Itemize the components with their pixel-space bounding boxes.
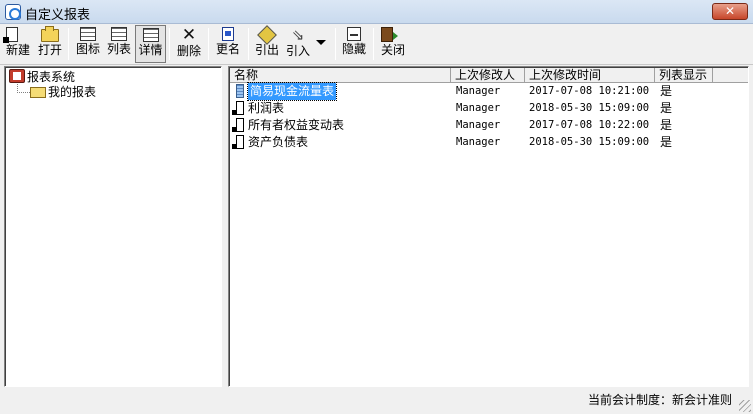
tree-node-label: 我的报表 — [48, 85, 97, 99]
hide-button[interactable]: 隐藏 — [339, 25, 369, 63]
report-document-icon — [232, 84, 246, 99]
import-button[interactable]: ⇘ 引入 — [283, 25, 313, 63]
window-title: 自定义报表 — [25, 8, 91, 23]
rename-button[interactable]: 更名 — [213, 25, 243, 63]
tree-connector — [17, 84, 30, 93]
window-close-button[interactable]: ✕ — [712, 3, 748, 20]
toolbar-separator — [208, 28, 209, 60]
new-button-label: 新建 — [5, 43, 30, 57]
tree-node-report-system[interactable]: 报表系统 — [9, 69, 75, 85]
report-modified-time: 2017-07-08 10:22:00 — [529, 119, 650, 131]
report-tree[interactable]: 报表系统 我的报表 — [4, 66, 222, 387]
tree-node-label: 报表系统 — [27, 70, 76, 84]
list-view-icon — [111, 27, 127, 41]
report-list[interactable]: 名称 上次修改人 上次修改时间 列表显示 简易现金流量表 Manager 201… — [228, 66, 749, 387]
hide-button-label: 隐藏 — [341, 42, 366, 56]
tree-node-my-reports[interactable]: 我的报表 — [30, 84, 96, 100]
report-modified-time: 2017-07-08 10:21:00 — [529, 85, 650, 97]
new-button[interactable]: 新建 — [3, 25, 33, 63]
toolbar-separator — [248, 28, 249, 60]
open-folder-icon — [41, 26, 59, 42]
list-view-button[interactable]: 列表 — [104, 25, 134, 63]
folder-icon — [30, 87, 46, 98]
list-item[interactable]: 简易现金流量表 Manager 2017-07-08 10:21:00 是 — [230, 82, 748, 101]
toolbar: 新建 打开 图标 列表 详情 ✕ 删除 更名 引出 ⇘ 引入 隐藏 关闭 — [0, 24, 753, 65]
open-button[interactable]: 打开 — [35, 25, 65, 63]
report-modified-by: Manager — [456, 136, 501, 148]
list-view-label: 列表 — [106, 42, 131, 56]
report-name: 资产负债表 — [248, 135, 309, 149]
report-modified-by: Manager — [456, 102, 501, 114]
column-header-modified-time[interactable]: 上次修改时间 — [525, 68, 655, 83]
list-item[interactable]: 所有者权益变动表 Manager 2017-07-08 10:22:00 是 — [230, 117, 748, 134]
toolbar-separator — [335, 28, 336, 60]
delete-x-icon: ✕ — [181, 25, 197, 45]
report-name: 利润表 — [248, 101, 285, 115]
exit-door-icon — [381, 27, 398, 42]
list-item[interactable]: 资产负债表 Manager 2018-05-30 15:09:00 是 — [230, 134, 748, 151]
report-document-icon — [232, 135, 246, 150]
icon-view-icon — [80, 27, 96, 41]
app-icon — [5, 4, 21, 20]
export-button[interactable]: 引出 — [252, 25, 282, 63]
import-button-label: 引入 — [285, 44, 310, 58]
toolbar-separator — [373, 28, 374, 60]
title-bar: 自定义报表 ✕ — [0, 0, 753, 24]
report-visible: 是 — [660, 118, 673, 132]
list-item[interactable]: 利润表 Manager 2018-05-30 15:09:00 是 — [230, 100, 748, 117]
hide-icon — [347, 27, 361, 41]
close-button[interactable]: 关闭 — [378, 25, 408, 63]
new-document-icon — [3, 27, 18, 43]
column-header-visible[interactable]: 列表显示 — [655, 68, 713, 83]
detail-view-icon — [142, 28, 159, 42]
report-visible: 是 — [660, 101, 673, 115]
list-header: 名称 上次修改人 上次修改时间 列表显示 — [230, 68, 748, 83]
delete-button-label: 删除 — [176, 44, 201, 58]
report-document-icon — [232, 101, 246, 116]
accounting-standard-status: 当前会计制度：新会计准则 — [587, 393, 732, 407]
report-system-icon — [9, 69, 25, 83]
icon-view-button[interactable]: 图标 — [73, 25, 103, 63]
report-visible: 是 — [660, 84, 673, 98]
import-dropdown-arrow-icon[interactable] — [316, 40, 326, 45]
resize-grip-icon[interactable] — [739, 400, 751, 412]
delete-button[interactable]: ✕ 删除 — [174, 25, 204, 63]
report-name: 简易现金流量表 — [246, 82, 338, 101]
report-modified-by: Manager — [456, 119, 501, 131]
import-icon: ⇘ — [291, 26, 305, 44]
report-visible: 是 — [660, 135, 673, 149]
report-modified-by: Manager — [456, 85, 501, 97]
open-button-label: 打开 — [37, 43, 62, 57]
rename-button-label: 更名 — [215, 42, 240, 56]
column-header-modified-by[interactable]: 上次修改人 — [451, 68, 525, 83]
icon-view-label: 图标 — [75, 42, 100, 56]
toolbar-separator — [68, 28, 69, 60]
column-header-name[interactable]: 名称 — [230, 68, 451, 83]
report-modified-time: 2018-05-30 15:09:00 — [529, 102, 650, 114]
report-modified-time: 2018-05-30 15:09:00 — [529, 136, 650, 148]
rename-icon — [222, 27, 234, 41]
detail-view-button[interactable]: 详情 — [135, 25, 166, 63]
report-document-icon — [232, 118, 246, 133]
detail-view-label: 详情 — [138, 43, 163, 57]
toolbar-separator — [169, 28, 170, 60]
report-name: 所有者权益变动表 — [248, 118, 345, 132]
close-button-label: 关闭 — [380, 43, 405, 57]
status-bar: 当前会计制度：新会计准则 — [0, 390, 753, 414]
